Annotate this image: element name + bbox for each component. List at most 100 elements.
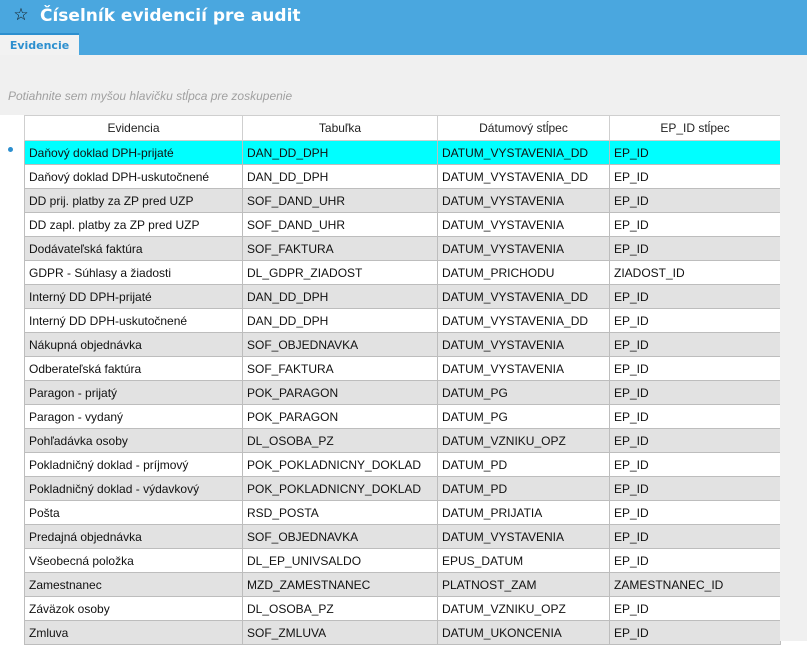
table-row[interactable]: Interný DD DPH-prijaté DAN_DD_DPH DATUM_VY… [24, 284, 781, 309]
cell-tabulka[interactable]: RSD_POSTA [242, 500, 438, 525]
cell-ep-id-stlpec[interactable]: EP_ID [609, 332, 781, 357]
table-row[interactable]: Daňový doklad DPH-uskutočnené DAN_DD_DPH D… [24, 164, 781, 189]
cell-evidencia[interactable]: Pokladničný doklad - príjmový [24, 452, 243, 477]
cell-evidencia[interactable]: Daňový doklad DPH-uskutočnené [24, 164, 243, 189]
cell-tabulka[interactable]: SOF_DAND_UHR [242, 212, 438, 237]
table-row[interactable]: GDPR - Súhlasy a žiadosti DL_GDPR_ZIADOST… [24, 260, 781, 285]
table-row[interactable]: Odberateľská faktúra SOF_FAKTURA DATUM_VYS… [24, 356, 781, 381]
cell-evidencia[interactable]: Dodávateľská faktúra [24, 236, 243, 261]
cell-evidencia[interactable]: Pohľadávka osoby [24, 428, 243, 453]
cell-datumovy-stlpec[interactable]: DATUM_PD [437, 476, 610, 501]
cell-ep-id-stlpec[interactable]: EP_ID [609, 596, 781, 621]
cell-tabulka[interactable]: DL_OSOBA_PZ [242, 596, 438, 621]
cell-ep-id-stlpec[interactable]: EP_ID [609, 140, 781, 165]
table-row[interactable]: DD prij. platby za ZP pred UZP SOF_DAND_U… [24, 188, 781, 213]
cell-datumovy-stlpec[interactable]: DATUM_VYSTAVENIA_DD [437, 140, 610, 165]
cell-tabulka[interactable]: SOF_DAND_UHR [242, 188, 438, 213]
cell-tabulka[interactable]: SOF_FAKTURA [242, 356, 438, 381]
cell-tabulka[interactable]: DAN_DD_DPH [242, 308, 438, 333]
cell-tabulka[interactable]: DAN_DD_DPH [242, 140, 438, 165]
table-row[interactable]: Paragon - vydaný POK_PARAGON DATUM_PG EP_ID [24, 404, 781, 429]
column-header-tabulka[interactable]: Tabuľka [242, 115, 438, 141]
cell-ep-id-stlpec[interactable]: EP_ID [609, 212, 781, 237]
table-row[interactable]: Zamestnanec MZD_ZAMESTNANEC PLATNOST_ZAM ZA… [24, 572, 781, 597]
cell-evidencia[interactable]: Všeobecná položka [24, 548, 243, 573]
cell-datumovy-stlpec[interactable]: DATUM_VYSTAVENIA_DD [437, 308, 610, 333]
cell-evidencia[interactable]: Záväzok osoby [24, 596, 243, 621]
cell-ep-id-stlpec[interactable]: EP_ID [609, 236, 781, 261]
cell-ep-id-stlpec[interactable]: EP_ID [609, 380, 781, 405]
cell-tabulka[interactable]: DL_OSOBA_PZ [242, 428, 438, 453]
cell-ep-id-stlpec[interactable]: EP_ID [609, 356, 781, 381]
table-row[interactable]: DD zapl. platby za ZP pred UZP SOF_DAND_U… [24, 212, 781, 237]
column-header-evidencia[interactable]: Evidencia [24, 115, 243, 141]
cell-tabulka[interactable]: POK_PARAGON [242, 380, 438, 405]
cell-ep-id-stlpec[interactable]: EP_ID [609, 164, 781, 189]
cell-tabulka[interactable]: DL_GDPR_ZIADOST [242, 260, 438, 285]
cell-datumovy-stlpec[interactable]: DATUM_VYSTAVENIA [437, 332, 610, 357]
cell-tabulka[interactable]: SOF_OBJEDNAVKA [242, 332, 438, 357]
cell-tabulka[interactable]: DAN_DD_DPH [242, 284, 438, 309]
cell-evidencia[interactable]: Pošta [24, 500, 243, 525]
cell-datumovy-stlpec[interactable]: EPUS_DATUM [437, 548, 610, 573]
cell-datumovy-stlpec[interactable]: DATUM_PG [437, 404, 610, 429]
table-row[interactable]: Pokladničný doklad - príjmový POK_POKLADN… [24, 452, 781, 477]
cell-ep-id-stlpec[interactable]: EP_ID [609, 428, 781, 453]
table-row[interactable]: Dodávateľská faktúra SOF_FAKTURA DATUM_VYS… [24, 236, 781, 261]
cell-evidencia[interactable]: Zamestnanec [24, 572, 243, 597]
cell-tabulka[interactable]: POK_POKLADNICNY_DOKLAD [242, 452, 438, 477]
cell-ep-id-stlpec[interactable]: EP_ID [609, 500, 781, 525]
cell-datumovy-stlpec[interactable]: DATUM_VZNIKU_OPZ [437, 428, 610, 453]
table-row[interactable]: Pohľadávka osoby DL_OSOBA_PZ DATUM_VZNIKU_… [24, 428, 781, 453]
table-row[interactable]: Všeobecná položka DL_EP_UNIVSALDO EPUS_DAT… [24, 548, 781, 573]
cell-evidencia[interactable]: Odberateľská faktúra [24, 356, 243, 381]
cell-ep-id-stlpec[interactable]: EP_ID [609, 524, 781, 549]
cell-tabulka[interactable]: SOF_OBJEDNAVKA [242, 524, 438, 549]
cell-ep-id-stlpec[interactable]: EP_ID [609, 284, 781, 309]
cell-evidencia[interactable]: Interný DD DPH-prijaté [24, 284, 243, 309]
cell-evidencia[interactable]: DD zapl. platby za ZP pred UZP [24, 212, 243, 237]
table-row[interactable]: Pokladničný doklad - výdavkový POK_POKLAD… [24, 476, 781, 501]
table-row[interactable]: Predajná objednávka SOF_OBJEDNAVKA DATUM_V… [24, 524, 781, 549]
cell-ep-id-stlpec[interactable]: EP_ID [609, 452, 781, 477]
cell-evidencia[interactable]: Nákupná objednávka [24, 332, 243, 357]
cell-datumovy-stlpec[interactable]: DATUM_VYSTAVENIA [437, 188, 610, 213]
cell-ep-id-stlpec[interactable]: ZIADOST_ID [609, 260, 781, 285]
cell-evidencia[interactable]: Daňový doklad DPH-prijaté [24, 140, 243, 165]
cell-ep-id-stlpec[interactable]: EP_ID [609, 548, 781, 573]
cell-evidencia[interactable]: Predajná objednávka [24, 524, 243, 549]
cell-tabulka[interactable]: POK_POKLADNICNY_DOKLAD [242, 476, 438, 501]
cell-evidencia[interactable]: Paragon - vydaný [24, 404, 243, 429]
column-header-ep-id-stlpec[interactable]: EP_ID stĺpec [609, 115, 781, 141]
cell-tabulka[interactable]: SOF_FAKTURA [242, 236, 438, 261]
star-icon[interactable]: ☆ [12, 5, 30, 25]
table-row[interactable]: Záväzok osoby DL_OSOBA_PZ DATUM_VZNIKU_OPZ… [24, 596, 781, 621]
cell-ep-id-stlpec[interactable]: EP_ID [609, 308, 781, 333]
cell-evidencia[interactable]: Paragon - prijatý [24, 380, 243, 405]
tab-evidencie[interactable]: Evidencie [0, 33, 79, 55]
cell-ep-id-stlpec[interactable]: EP_ID [609, 476, 781, 501]
group-by-panel[interactable]: Potiahnite sem myšou hlavičku stĺpca pre… [0, 55, 807, 115]
table-row[interactable]: Pošta RSD_POSTA DATUM_PRIJATIA EP_ID [24, 500, 781, 525]
cell-datumovy-stlpec[interactable]: DATUM_VYSTAVENIA_DD [437, 284, 610, 309]
cell-datumovy-stlpec[interactable]: DATUM_PRIJATIA [437, 500, 610, 525]
cell-tabulka[interactable]: POK_PARAGON [242, 404, 438, 429]
cell-datumovy-stlpec[interactable]: DATUM_VYSTAVENIA [437, 212, 610, 237]
cell-ep-id-stlpec[interactable]: EP_ID [609, 404, 781, 429]
cell-datumovy-stlpec[interactable]: DATUM_PG [437, 380, 610, 405]
cell-ep-id-stlpec[interactable]: EP_ID [609, 188, 781, 213]
cell-evidencia[interactable]: GDPR - Súhlasy a žiadosti [24, 260, 243, 285]
cell-datumovy-stlpec[interactable]: DATUM_VYSTAVENIA [437, 236, 610, 261]
cell-datumovy-stlpec[interactable]: DATUM_PD [437, 452, 610, 477]
table-row[interactable]: Interný DD DPH-uskutočnené DAN_DD_DPH DATU… [24, 308, 781, 333]
cell-datumovy-stlpec[interactable]: DATUM_VYSTAVENIA_DD [437, 164, 610, 189]
cell-tabulka[interactable]: MZD_ZAMESTNANEC [242, 572, 438, 597]
cell-datumovy-stlpec[interactable]: PLATNOST_ZAM [437, 572, 610, 597]
table-row[interactable]: Daňový doklad DPH-prijaté DAN_DD_DPH DATUM… [24, 140, 781, 165]
cell-tabulka[interactable]: DL_EP_UNIVSALDO [242, 548, 438, 573]
table-row[interactable]: Paragon - prijatý POK_PARAGON DATUM_PG EP_I… [24, 380, 781, 405]
cell-evidencia[interactable]: Interný DD DPH-uskutočnené [24, 308, 243, 333]
cell-datumovy-stlpec[interactable]: DATUM_VYSTAVENIA [437, 356, 610, 381]
table-row[interactable]: Nákupná objednávka SOF_OBJEDNAVKA DATUM_VY… [24, 332, 781, 357]
cell-evidencia[interactable]: Pokladničný doklad - výdavkový [24, 476, 243, 501]
